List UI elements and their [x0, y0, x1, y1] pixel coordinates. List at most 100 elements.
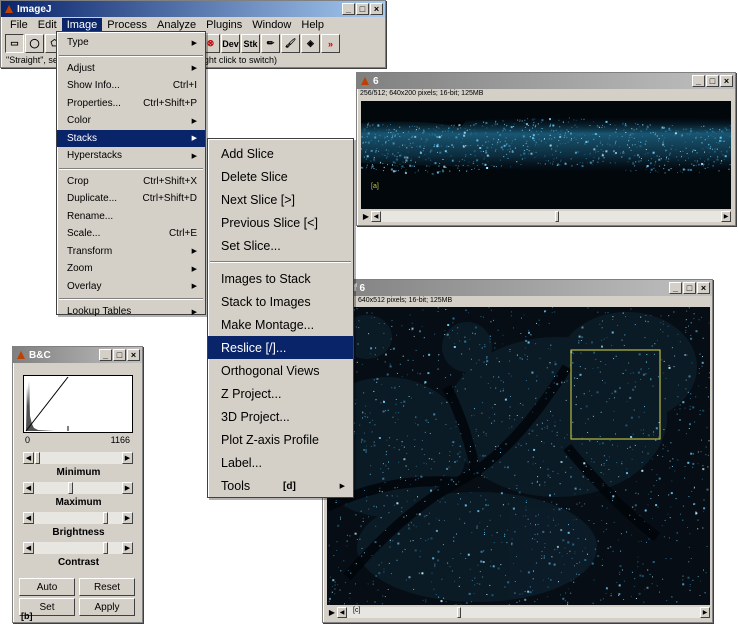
menu-edit[interactable]: Edit: [33, 18, 62, 32]
menu-item-zoom[interactable]: Zoom ▶: [57, 260, 205, 278]
contrast-slider-thumb[interactable]: [103, 542, 109, 554]
menu-item-properties[interactable]: Properties... Ctrl+Shift+P: [57, 95, 205, 113]
close-button[interactable]: ×: [720, 75, 733, 87]
menu-item-rename[interactable]: Rename...: [57, 208, 205, 226]
menu-item-label[interactable]: Label...: [208, 451, 353, 474]
brightness-slider[interactable]: ◀ ▶: [23, 512, 133, 524]
menu-item-hyperstacks[interactable]: Hyperstacks ▶: [57, 147, 205, 165]
slider-left-arrow-icon[interactable]: ◀: [23, 542, 34, 554]
menu-item-tools[interactable]: Tools ▶: [208, 474, 353, 497]
maximize-button[interactable]: □: [683, 282, 696, 294]
menu-image[interactable]: Image: [61, 18, 103, 32]
menu-item-orthogonal-views[interactable]: Orthogonal Views: [208, 359, 353, 382]
minimum-slider-thumb[interactable]: [35, 452, 41, 464]
scroll-right-arrow-icon[interactable]: ▶: [700, 607, 710, 618]
menu-item-reslice[interactable]: Reslice [/]...: [208, 336, 353, 359]
menu-separator: [59, 298, 203, 300]
menu-item-previous-slice[interactable]: Previous Slice [<]: [208, 211, 353, 234]
menu-item-lookup-tables[interactable]: Lookup Tables ▶: [57, 303, 205, 321]
imagej-titlebar[interactable]: ImageJ _ □ ×: [1, 1, 385, 17]
dev-tool-icon[interactable]: Dev: [221, 34, 240, 53]
pencil-icon[interactable]: ✏: [261, 34, 280, 53]
menu-item-scale[interactable]: Scale... Ctrl+E: [57, 225, 205, 243]
minimize-button[interactable]: _: [342, 3, 355, 15]
menu-plugins[interactable]: Plugins: [201, 18, 247, 32]
menu-item-delete-slice[interactable]: Delete Slice: [208, 165, 353, 188]
stack-titlebar[interactable]: e of 6 _ □ ×: [323, 280, 712, 296]
menu-item-stack-to-images[interactable]: Stack to Images: [208, 290, 353, 313]
scroll-left-arrow-icon[interactable]: ◀: [371, 211, 381, 222]
scroll-right-arrow-icon[interactable]: ▶: [721, 211, 731, 222]
scroll-track[interactable]: [c]: [347, 607, 700, 618]
menu-item-transform[interactable]: Transform ▶: [57, 243, 205, 261]
more-tools-icon[interactable]: »: [321, 34, 340, 53]
auto-button[interactable]: Auto: [19, 578, 75, 596]
reset-button[interactable]: Reset: [79, 578, 135, 596]
play-icon[interactable]: ▶: [361, 212, 371, 221]
menu-window[interactable]: Window: [247, 18, 296, 32]
slice-scrollbar[interactable]: ▶ ◀ [c] ▶: [327, 607, 710, 618]
menu-analyze[interactable]: Analyze: [152, 18, 201, 32]
menu-item-z-project[interactable]: Z Project...: [208, 382, 353, 405]
scroll-thumb[interactable]: [457, 607, 461, 618]
maximum-slider[interactable]: ◀ ▶: [23, 482, 133, 494]
close-button[interactable]: ×: [127, 349, 140, 361]
slider-right-arrow-icon[interactable]: ▶: [122, 512, 133, 524]
fill-bucket-icon[interactable]: ◈: [301, 34, 320, 53]
minimum-slider[interactable]: ◀ ▶: [23, 452, 133, 464]
minimize-button[interactable]: _: [99, 349, 112, 361]
menu-help[interactable]: Help: [296, 18, 329, 32]
slider-left-arrow-icon[interactable]: ◀: [23, 452, 34, 464]
rectangle-tool-icon[interactable]: ▭: [5, 34, 24, 53]
scroll-left-arrow-icon[interactable]: ◀: [337, 607, 347, 618]
scroll-track[interactable]: [381, 211, 721, 222]
menu-item-type[interactable]: Type ▶: [57, 34, 205, 52]
close-button[interactable]: ×: [697, 282, 710, 294]
menu-item-add-slice[interactable]: Add Slice: [208, 142, 353, 165]
panel-d-label: [d]: [283, 481, 296, 492]
slice-scrollbar[interactable]: ▶ ◀ ▶: [361, 211, 731, 222]
apply-button[interactable]: Apply: [79, 598, 135, 616]
menu-item-next-slice[interactable]: Next Slice [>]: [208, 188, 353, 211]
stack-image-canvas[interactable]: [307, 307, 711, 607]
close-button[interactable]: ×: [370, 3, 383, 15]
minimize-button[interactable]: _: [692, 75, 705, 87]
slider-right-arrow-icon[interactable]: ▶: [122, 482, 133, 494]
reslice-image: [361, 101, 731, 209]
slider-right-arrow-icon[interactable]: ▶: [122, 542, 133, 554]
slider-right-arrow-icon[interactable]: ▶: [122, 452, 133, 464]
brightness-slider-thumb[interactable]: [103, 512, 109, 524]
menu-item-stacks[interactable]: Stacks ▶: [57, 129, 205, 147]
minimize-button[interactable]: _: [669, 282, 682, 294]
menu-file[interactable]: File: [5, 18, 33, 32]
menu-process[interactable]: Process: [102, 18, 152, 32]
menu-item-color[interactable]: Color ▶: [57, 112, 205, 130]
menu-item-label: Orthogonal Views: [221, 363, 320, 378]
menu-item-duplicate[interactable]: Duplicate... Ctrl+Shift+D: [57, 190, 205, 208]
contrast-slider[interactable]: ◀ ▶: [23, 542, 133, 554]
menu-item-set-slice[interactable]: Set Slice...: [208, 234, 353, 257]
maximize-button[interactable]: □: [706, 75, 719, 87]
play-icon[interactable]: ▶: [327, 608, 337, 617]
menu-item-images-to-stack[interactable]: Images to Stack: [208, 267, 353, 290]
menu-item-3d-project[interactable]: 3D Project...: [208, 405, 353, 428]
oval-tool-icon[interactable]: ◯: [25, 34, 44, 53]
menu-item-plot-z-axis-profile[interactable]: Plot Z-axis Profile: [208, 428, 353, 451]
submenu-arrow-icon: ▶: [191, 248, 197, 256]
maximum-slider-thumb[interactable]: [67, 482, 73, 494]
slider-left-arrow-icon[interactable]: ◀: [23, 482, 34, 494]
stk-tool-icon[interactable]: Stk: [241, 34, 260, 53]
maximize-button[interactable]: □: [113, 349, 126, 361]
scroll-thumb[interactable]: [555, 211, 559, 222]
menu-item-show-info[interactable]: Show Info... Ctrl+I: [57, 77, 205, 95]
menu-item-make-montage[interactable]: Make Montage...: [208, 313, 353, 336]
menu-item-crop[interactable]: Crop Ctrl+Shift+X: [57, 173, 205, 191]
bc-titlebar[interactable]: B&C _ □ ×: [13, 347, 142, 363]
menu-item-adjust[interactable]: Adjust ▶: [57, 60, 205, 78]
brush-icon[interactable]: 🖌: [281, 34, 300, 53]
maximize-button[interactable]: □: [356, 3, 369, 15]
reslice-titlebar[interactable]: 6 _ □ ×: [357, 73, 735, 89]
menu-item-overlay[interactable]: Overlay ▶: [57, 278, 205, 296]
slider-left-arrow-icon[interactable]: ◀: [23, 512, 34, 524]
reslice-image-canvas[interactable]: [a]: [361, 101, 731, 209]
